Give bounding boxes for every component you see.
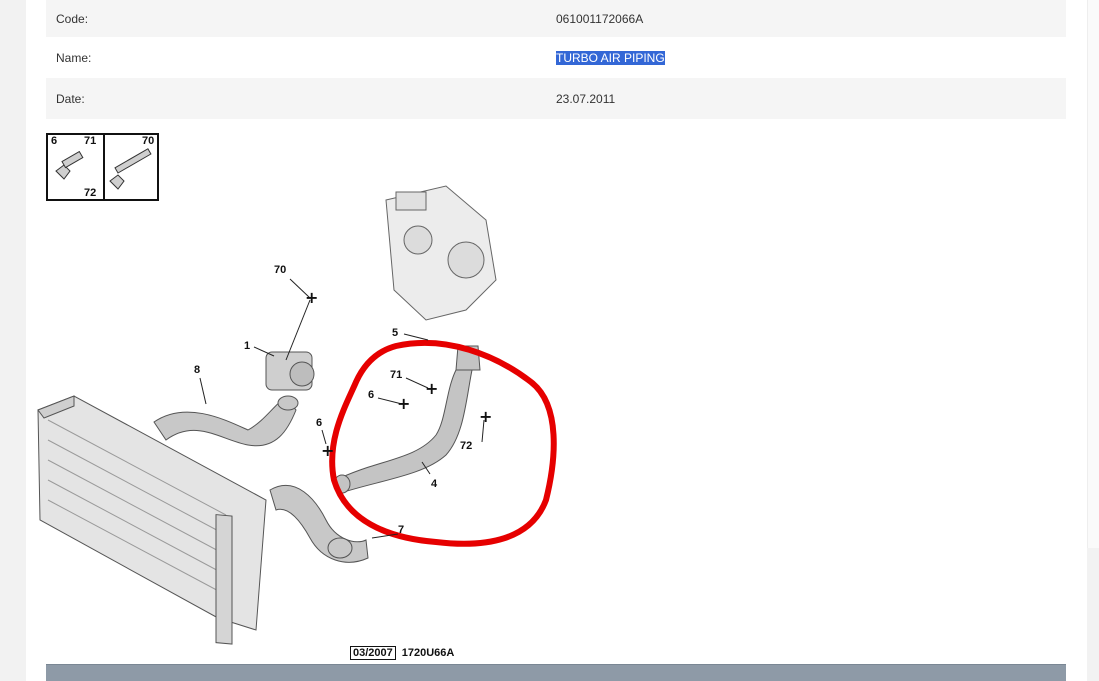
part-detail-panel: Code: 061001172066A Name: TURBO AIR PIPI… <box>26 0 1087 681</box>
date-row: Date: 23.07.2011 <box>46 78 1066 119</box>
diagram-reference-date: 03/2007 <box>350 646 396 660</box>
callout-71: 71 <box>390 369 403 381</box>
callout-70: 70 <box>274 264 287 276</box>
callout-72: 72 <box>460 440 473 452</box>
svg-text:+: + <box>479 407 492 426</box>
hose-7-drawing <box>269 484 369 563</box>
code-row: Code: 061001172066A <box>46 0 1066 37</box>
throttle-body-drawing <box>265 351 315 391</box>
pipe-4-drawing <box>333 345 481 494</box>
date-value: 23.07.2011 <box>556 91 616 106</box>
code-label: Code: <box>56 11 89 26</box>
svg-text:+: + <box>305 288 318 307</box>
name-row: Name: TURBO AIR PIPING <box>46 37 1066 78</box>
svg-text:+: + <box>321 441 334 460</box>
callout-5: 5 <box>392 327 399 339</box>
part-info-table: Code: 061001172066A Name: TURBO AIR PIPI… <box>46 0 1066 119</box>
callout-1: 1 <box>244 340 251 352</box>
callout-7: 7 <box>398 524 405 536</box>
svg-text:+: + <box>397 394 410 413</box>
page-scroll-edge <box>1087 0 1099 548</box>
diagram-reference: 03/2007 1720U66A <box>350 646 455 660</box>
callout-4: 4 <box>431 478 438 490</box>
name-label: Name: <box>56 50 92 65</box>
callout-6-lower: 6 <box>316 417 323 429</box>
callout-8: 8 <box>194 364 201 376</box>
code-value: 061001172066A <box>556 11 644 26</box>
exploded-view-drawing: + + + + + <box>37 185 557 645</box>
diagram-reference-code: 1720U66A <box>401 647 455 659</box>
callout-6-upper: 6 <box>368 389 375 401</box>
svg-text:+: + <box>425 379 438 398</box>
turbocharger-drawing <box>385 185 497 321</box>
name-value-cell: TURBO AIR PIPING <box>556 37 1066 78</box>
name-value[interactable]: TURBO AIR PIPING <box>556 50 665 65</box>
date-label: Date: <box>56 91 85 106</box>
parts-table-header <box>46 664 1066 681</box>
hose-8-drawing <box>153 395 299 447</box>
parts-diagram: + + + + + 70 1 8 5 71 6 6 72 4 7 <box>26 120 1086 660</box>
